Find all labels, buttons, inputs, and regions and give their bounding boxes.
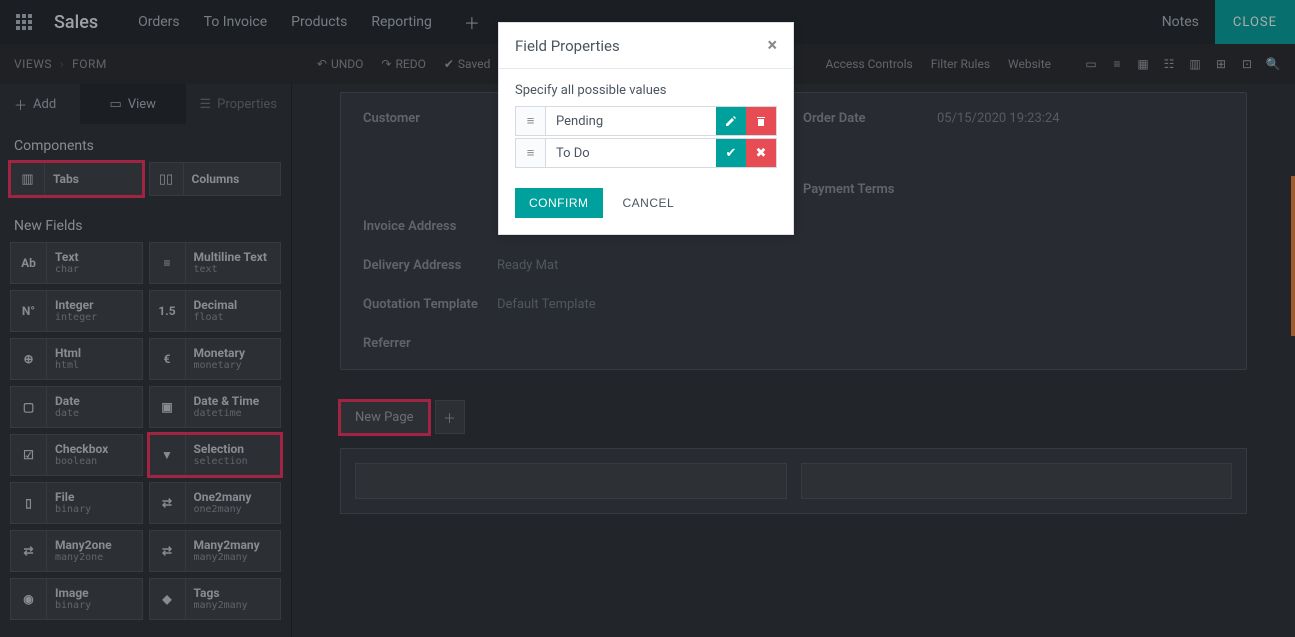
modal-hint: Specify all possible values <box>515 83 777 98</box>
delete-value-button[interactable] <box>746 107 776 135</box>
drag-handle-icon[interactable]: ≡ <box>516 139 546 167</box>
confirm-value-button[interactable]: ✔ <box>716 139 746 167</box>
cancel-value-button[interactable]: ✖ <box>746 139 776 167</box>
value-row: ≡ Pending <box>515 106 777 136</box>
value-text[interactable]: Pending <box>546 107 716 135</box>
cancel-button[interactable]: CANCEL <box>615 188 683 218</box>
edit-value-button[interactable] <box>716 107 746 135</box>
drag-handle-icon[interactable]: ≡ <box>516 107 546 135</box>
value-text[interactable]: To Do <box>546 139 716 167</box>
modal-close-icon[interactable]: × <box>767 35 777 56</box>
confirm-button[interactable]: CONFIRM <box>515 188 603 218</box>
value-row: ≡ To Do ✔ ✖ <box>515 138 777 168</box>
field-properties-modal: Field Properties × Specify all possible … <box>498 22 794 235</box>
modal-title: Field Properties <box>515 37 620 55</box>
